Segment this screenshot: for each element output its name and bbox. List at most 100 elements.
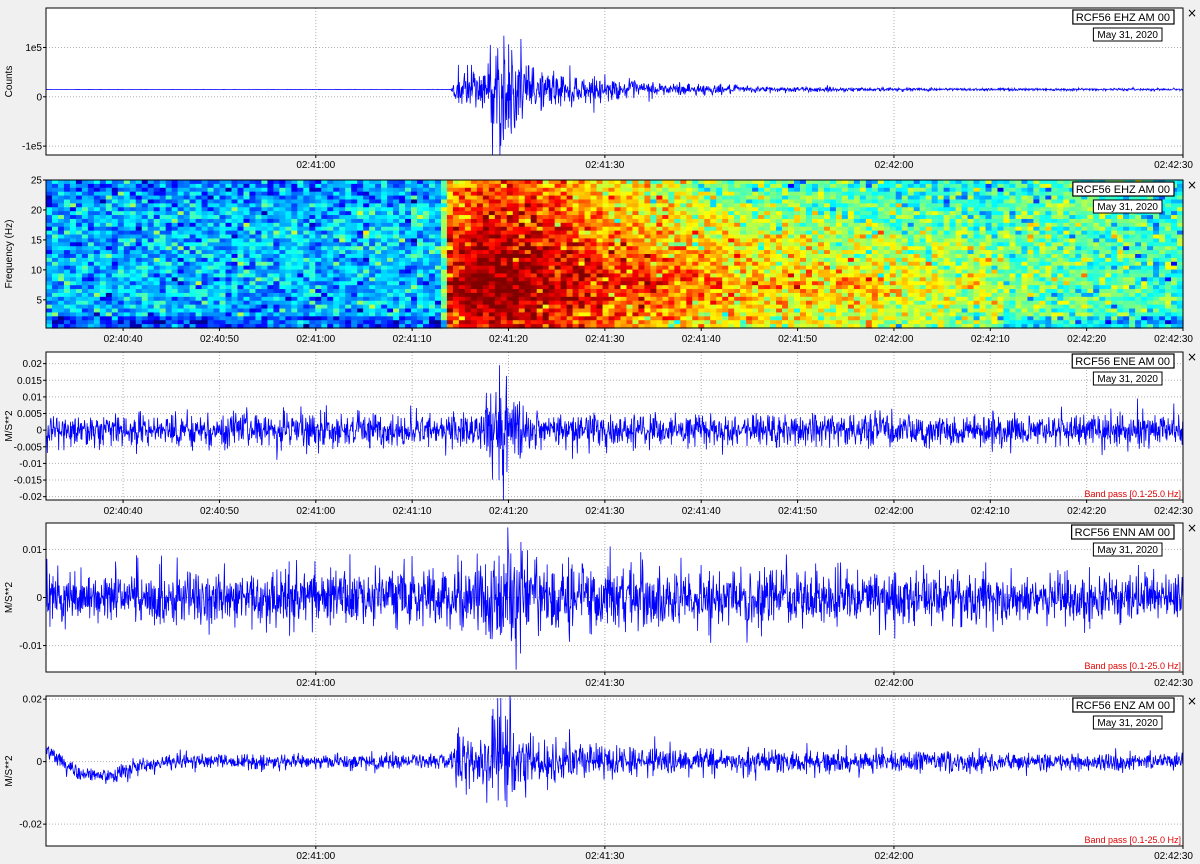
spectrogram-cell [770,300,777,306]
spectrogram-cell [375,222,382,228]
spectrogram-cell [213,308,221,314]
spectrogram-cell [399,281,406,286]
spectrogram-cell [267,254,274,259]
spectrogram-cell [740,273,747,278]
spectrogram-cell [405,312,412,317]
spectrogram-cell [524,304,532,310]
spectrogram-cell [524,183,532,189]
spectrogram-cell [608,199,616,204]
spectrogram-cell [399,300,406,306]
spectrogram-cell [417,180,424,185]
spectrogram-cell [46,273,53,278]
close-panel-icon[interactable]: × [1187,6,1197,20]
spectrogram-cell [387,203,394,208]
spectrogram-cell [99,265,107,271]
spectrogram-cell [650,211,657,216]
spectrogram-cell [411,183,418,189]
spectrogram-cell [123,254,131,259]
spectrogram-cell [225,285,233,290]
spectrogram-cell [608,308,616,314]
spectrogram-cell [405,211,412,216]
ehz-waveform-plot-area[interactable] [45,7,1184,156]
spectrogram-cell [405,183,412,189]
spectrogram-cell [482,246,490,251]
spectrogram-cell [572,203,580,208]
spectrogram-cell [692,238,699,243]
spectrogram-cell [608,238,616,243]
spectrogram-cell [776,207,783,212]
spectrogram-cell [171,304,179,310]
spectrogram-cell [129,215,137,220]
spectrogram-cell [590,246,598,251]
spectrogram-cell [321,180,328,185]
spectrogram-cell [800,199,807,204]
spectrogram-cell [69,246,77,251]
spectrogram-cell [213,215,221,220]
spectrogram-cell [387,230,394,236]
spectrogram-cell [644,187,651,193]
spectrogram-cell [692,195,699,201]
spectrogram-cell [207,222,215,228]
spectrogram-cell [87,292,95,298]
spectrogram-cell [740,226,747,232]
spectrogram-cell [728,203,735,208]
spectrogram-cell [321,199,328,204]
spectrogram-cell [339,320,346,325]
spectrogram-cell [542,195,550,201]
spectrogram-cell [165,281,173,286]
spectrogram-cell [566,320,574,325]
spectrogram-cell [225,281,233,286]
spectrogram-cell [518,215,526,220]
spectrogram-cell [488,234,496,240]
spectrogram-cell [464,308,472,314]
spectrogram-cell [608,257,616,263]
spectrogram-cell [446,300,454,306]
spectrogram-cell [632,312,640,317]
spectrogram-cell [500,195,508,201]
spectrogram-cell [602,218,610,224]
spectrogram-cell [339,308,346,314]
spectrogram-cell [351,187,358,193]
spectrogram-cell [249,211,257,216]
spectrogram-cell [428,257,436,263]
spectrogram-cell [476,273,484,278]
spectrogram-cell [57,320,65,325]
spectrogram-cell [93,226,101,232]
spectrogram-cell [782,215,789,220]
spectrogram-cell [734,234,741,240]
spectrogram-cell [716,300,723,306]
spectrogram-cell [811,203,819,208]
spectrogram-cell [369,261,376,267]
spectrogram-cell [393,277,400,282]
spectrogram-cell [285,180,292,185]
spectrogram-cell [614,277,622,282]
spectrogram-cell [309,292,316,298]
spectrogram-cell [805,211,813,216]
spectrogram-cell [99,308,107,314]
spectrogram-cell [626,187,634,193]
spectrogram-cell [261,300,269,306]
spectrogram-cell [464,203,472,208]
spectrogram-cell [345,254,352,259]
spectrogram-cell [728,195,735,201]
spectrogram-cell [81,203,89,208]
spectrogram-cell [512,320,520,325]
spectrogram-cell [255,199,263,204]
ehz-waveform-panel: 1e50-1e502:41:00 02:41:30 02:42:00 02:42:30… [4,6,1197,171]
spectrogram-cell [440,191,448,197]
spectrogram-cell [46,246,53,251]
spectrogram-cell [794,250,801,255]
spectrogram-cell [267,230,274,236]
spectrogram-cell [303,234,310,240]
spectrogram-cell [674,277,681,282]
spectrogram-cell [147,238,155,243]
spectrogram-cell [369,250,376,255]
spectrogram-cell [722,238,729,243]
spectrogram-cell [375,183,382,189]
spectrogram-cell [776,211,783,216]
spectrogram-cell [297,234,304,240]
spectrogram-cell [811,187,819,193]
spectrogram-cell [794,242,801,247]
spectrogram-cell [141,292,149,298]
spectrogram-cell [728,292,735,298]
